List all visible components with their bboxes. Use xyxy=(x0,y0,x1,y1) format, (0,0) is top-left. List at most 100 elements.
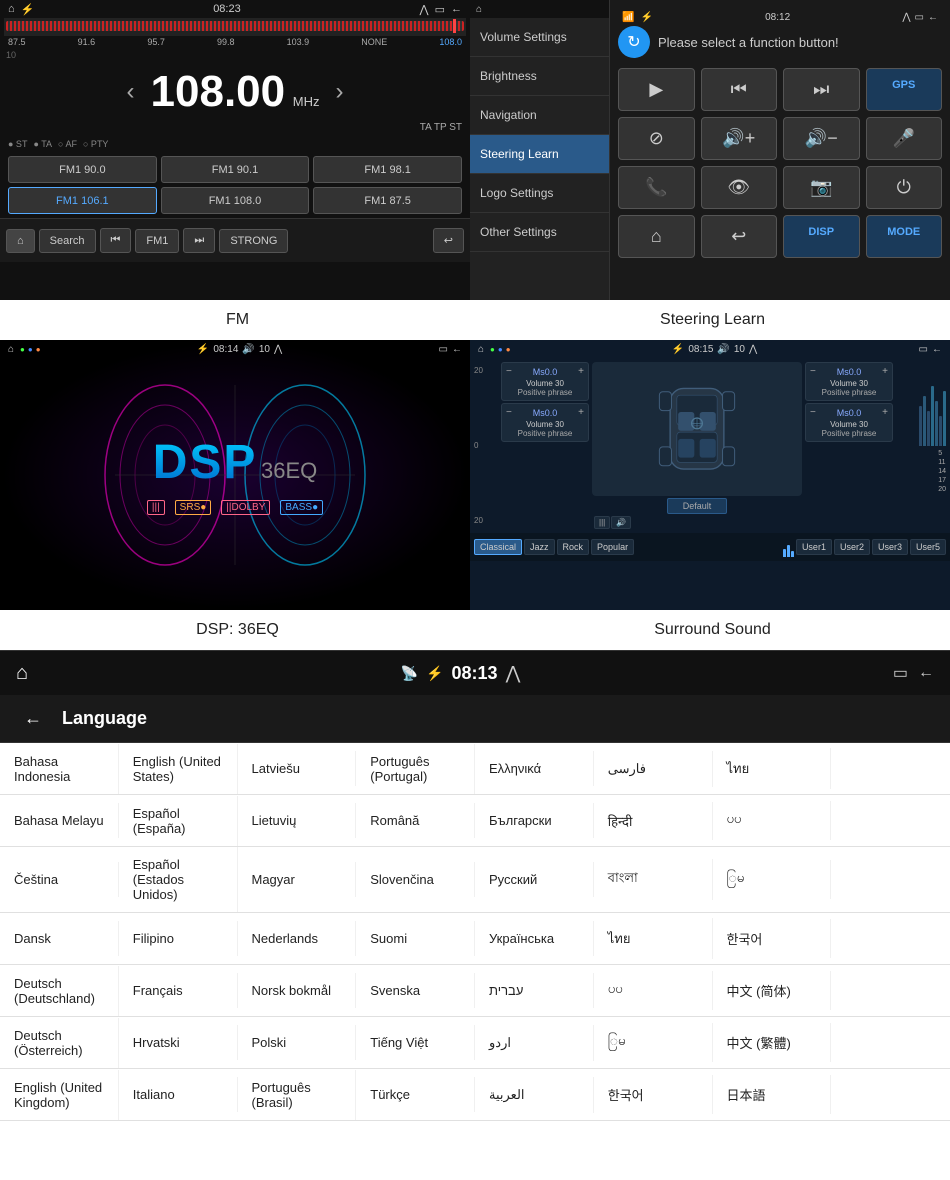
lang-farsi[interactable]: فارسی xyxy=(594,751,713,787)
steering-mute-btn[interactable]: ⊘ xyxy=(618,117,695,160)
lang-russian[interactable]: Русский xyxy=(475,862,594,897)
fm-prev-arrow[interactable]: ‹ xyxy=(111,78,151,106)
fm-prev-btn[interactable]: ⏮ xyxy=(100,228,132,253)
lang-greek[interactable]: Ελληνικά xyxy=(475,751,594,786)
surround-eq-icon-btn[interactable]: ||| xyxy=(594,516,610,529)
steering-cam-btn[interactable]: 📷 xyxy=(783,166,860,209)
sidebar-steering-learn[interactable]: Steering Learn xyxy=(470,135,609,174)
lang-spanish-us[interactable]: Español (Estados Unidos) xyxy=(119,847,238,912)
lang-italian[interactable]: Italiano xyxy=(119,1077,238,1112)
lang-bahasa-indonesia[interactable]: Bahasa Indonesia xyxy=(0,744,119,794)
steering-home2-btn[interactable]: ⌂ xyxy=(618,215,695,258)
steering-play-btn[interactable]: ▶ xyxy=(618,68,695,111)
lang-portuguese-brazil[interactable]: Português (Brasil) xyxy=(238,1070,357,1120)
fm-preset-5[interactable]: FM1 108.0 xyxy=(161,187,310,214)
surround-fl-plus[interactable]: + xyxy=(578,366,584,377)
steering-power-btn[interactable]: ⏻ xyxy=(866,166,943,209)
fm-next-btn[interactable]: ⏭ xyxy=(183,228,215,253)
lang-portuguese-portugal[interactable]: Português (Portugal) xyxy=(356,744,475,794)
lang-chinese-simplified[interactable]: 中文 (简体) xyxy=(713,971,832,1010)
lang-norwegian[interactable]: Norsk bokmål xyxy=(238,973,357,1008)
lang-polish[interactable]: Polski xyxy=(238,1025,357,1060)
lang-finnish[interactable]: Suomi xyxy=(356,921,475,956)
lang-myanmar4[interactable]: ြမ xyxy=(594,1023,713,1062)
surround-preset-jazz[interactable]: Jazz xyxy=(524,539,555,555)
lang-bengali[interactable]: বাংলা xyxy=(594,859,713,900)
lang-myanmar2[interactable]: ြမ xyxy=(713,860,832,899)
surround-preset-user2[interactable]: User2 xyxy=(834,539,870,555)
lang-croatian[interactable]: Hrvatski xyxy=(119,1025,238,1060)
steering-next-btn[interactable]: ⏭ xyxy=(783,68,860,111)
surround-preset-user1[interactable]: User1 xyxy=(796,539,832,555)
lang-danish[interactable]: Dansk xyxy=(0,921,119,956)
lang-chinese-traditional[interactable]: 中文 (繁體) xyxy=(713,1023,832,1062)
surround-preset-popular[interactable]: Popular xyxy=(591,539,634,555)
lang-french[interactable]: Français xyxy=(119,973,238,1008)
fm-preset-4[interactable]: FM1 106.1 xyxy=(8,187,157,214)
lang-english-us[interactable]: English (United States) xyxy=(119,744,238,794)
steering-phone-btn[interactable]: 📞 xyxy=(618,166,695,209)
fm-strong-btn[interactable]: STRONG xyxy=(219,229,288,253)
steering-mic-btn[interactable]: 🎤 xyxy=(866,117,943,160)
surround-vol-icon-btn[interactable]: 🔊 xyxy=(611,516,631,529)
lang-japanese[interactable]: 日本語 xyxy=(713,1075,832,1114)
surround-preset-user3[interactable]: User3 xyxy=(872,539,908,555)
steering-vol-up-btn[interactable]: 🔊+ xyxy=(701,117,778,160)
surround-rl-minus[interactable]: − xyxy=(506,407,512,418)
lang-thai-2[interactable]: ไทย xyxy=(594,918,713,959)
surround-rr-plus[interactable]: + xyxy=(882,407,888,418)
lang-myanmar[interactable]: ပပ xyxy=(713,801,832,840)
surround-preset-classical[interactable]: Classical xyxy=(474,539,522,555)
sidebar-brightness[interactable]: Brightness xyxy=(470,57,609,96)
lang-arabic[interactable]: العربية xyxy=(475,1077,594,1113)
lang-czech[interactable]: Čeština xyxy=(0,862,119,897)
fm-preset-3[interactable]: FM1 98.1 xyxy=(313,156,462,183)
steering-vol-down-btn[interactable]: 🔊− xyxy=(783,117,860,160)
fm-search-btn[interactable]: Search xyxy=(39,229,96,253)
lang-urdu[interactable]: اردو xyxy=(475,1025,594,1061)
lang-spanish-spain[interactable]: Español (España) xyxy=(119,796,238,846)
lang-hindi[interactable]: हिन्दी xyxy=(594,802,713,840)
lang-german-at[interactable]: Deutsch (Österreich) xyxy=(0,1018,119,1068)
sidebar-logo-settings[interactable]: Logo Settings xyxy=(470,174,609,213)
surround-preset-rock[interactable]: Rock xyxy=(557,539,590,555)
lang-myanmar3[interactable]: ပပ xyxy=(594,971,713,1010)
steering-mode-btn[interactable]: MODE xyxy=(866,215,943,258)
lang-lithuanian[interactable]: Lietuvių xyxy=(238,803,357,838)
lang-romanian[interactable]: Română xyxy=(356,803,475,838)
fm-preset-6[interactable]: FM1 87.5 xyxy=(313,187,462,214)
surround-default-btn[interactable]: Default xyxy=(667,498,727,514)
fm-preset-1[interactable]: FM1 90.0 xyxy=(8,156,157,183)
surround-fr-plus[interactable]: + xyxy=(882,366,888,377)
language-back-button[interactable]: ← xyxy=(16,704,50,733)
lang-filipino[interactable]: Filipino xyxy=(119,921,238,956)
lang-hebrew[interactable]: עברית xyxy=(475,973,594,1008)
lang-hungarian[interactable]: Magyar xyxy=(238,862,357,897)
lang-bulgarian[interactable]: Български xyxy=(475,803,594,838)
lang-ukrainian[interactable]: Українська xyxy=(475,921,594,956)
fm-preset-2[interactable]: FM1 90.1 xyxy=(161,156,310,183)
steering-eye-btn[interactable]: 👁 xyxy=(701,166,778,209)
sidebar-volume-settings[interactable]: Volume Settings xyxy=(470,18,609,57)
surround-fl-minus[interactable]: − xyxy=(506,366,512,377)
steering-gps-btn[interactable]: GPS xyxy=(866,68,943,111)
steering-undo-btn[interactable]: ↩ xyxy=(701,215,778,258)
fm-home-btn[interactable]: ⌂ xyxy=(6,229,35,253)
lang-bahasa-melayu[interactable]: Bahasa Melayu xyxy=(0,803,119,838)
lang-latviesu[interactable]: Latviešu xyxy=(238,751,357,786)
lang-dutch[interactable]: Nederlands xyxy=(238,921,357,956)
lang-slovak[interactable]: Slovenčina xyxy=(356,862,475,897)
surround-rl-plus[interactable]: + xyxy=(578,407,584,418)
surround-preset-user5[interactable]: User5 xyxy=(910,539,946,555)
fm-band-btn[interactable]: FM1 xyxy=(135,229,179,253)
lang-korean-1[interactable]: 한국어 xyxy=(713,919,832,958)
lang-vietnamese[interactable]: Tiếng Việt xyxy=(356,1025,475,1060)
lang-turkish[interactable]: Türkçe xyxy=(356,1077,475,1112)
fm-next-arrow[interactable]: › xyxy=(319,78,359,106)
steering-refresh-btn[interactable]: ↻ xyxy=(618,26,650,58)
lang-german-de[interactable]: Deutsch (Deutschland) xyxy=(0,966,119,1016)
steering-prev-btn[interactable]: ⏮ xyxy=(701,68,778,111)
fm-back-btn[interactable]: ↩ xyxy=(433,228,464,253)
lang-korean-2[interactable]: 한국어 xyxy=(594,1075,713,1114)
surround-fr-minus[interactable]: − xyxy=(810,366,816,377)
